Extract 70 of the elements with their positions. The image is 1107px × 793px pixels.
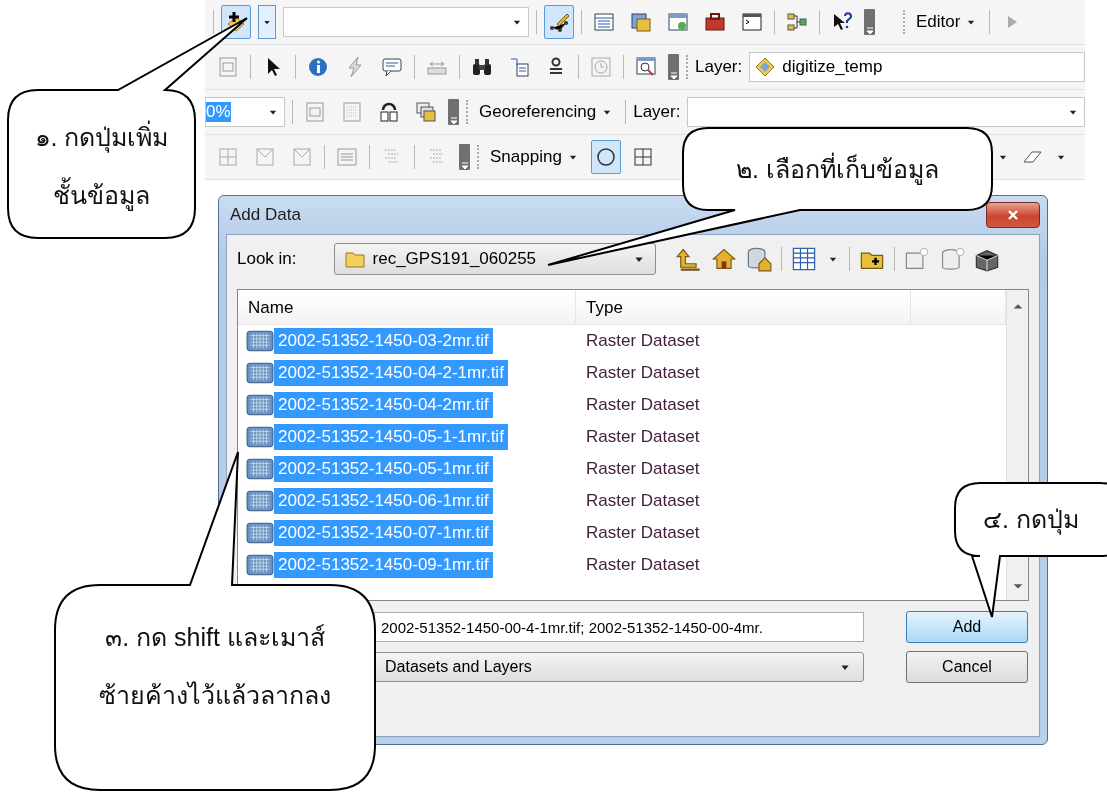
raster-icon [246, 329, 274, 353]
edit-tool-button[interactable] [544, 5, 574, 39]
dropdown-button[interactable] [258, 5, 276, 39]
file-type: Raster Dataset [585, 523, 700, 543]
snap-point-button[interactable] [590, 140, 621, 174]
magnifier-window-icon[interactable] [635, 56, 657, 78]
callout-text: ๓. กด shift และเมาส์ ซ้ายค้างไว้แล้วลากลง [98, 622, 332, 711]
layer-value: digitize_temp [782, 57, 883, 77]
raster-icon [246, 361, 274, 385]
file-type-combo[interactable]: Datasets and Layers [374, 652, 864, 682]
layer-label: Layer: [695, 57, 743, 77]
window-icon[interactable] [667, 11, 689, 33]
file-type: Raster Dataset [585, 331, 700, 351]
message-icon[interactable] [381, 56, 403, 78]
table-icon[interactable] [593, 11, 615, 33]
database-icon[interactable] [745, 246, 772, 272]
editor-menu[interactable]: Editor [912, 7, 983, 37]
file-type: Raster Dataset [585, 555, 700, 575]
overflow-button[interactable] [459, 144, 470, 170]
file-type: Raster Dataset [585, 491, 700, 511]
diamond-icon [754, 56, 777, 78]
file-type: Raster Dataset [585, 427, 700, 447]
file-name-field[interactable]: 2002-51352-1450-00-4-1mr.tif; 2002-51352-1450-00-4mr. [374, 612, 864, 642]
look-in-label: Look in: [237, 249, 297, 269]
dialog-title: Add Data [230, 205, 301, 225]
file-type: Raster Dataset [585, 395, 700, 415]
toolbox-icon[interactable] [704, 11, 726, 33]
info-icon[interactable] [307, 56, 329, 78]
catalog-icon[interactable] [630, 11, 652, 33]
raster-icon [246, 425, 274, 449]
callout-text: ๒. เลือกที่เก็บข้อมูล [683, 140, 992, 198]
new-document-icon[interactable] [903, 246, 930, 272]
layer-label: Layer: [633, 102, 681, 122]
column-header[interactable]: Type [576, 290, 911, 324]
pencil-icon [548, 11, 570, 33]
file-type: Raster Dataset [585, 363, 700, 383]
grid-icon[interactable] [631, 146, 654, 168]
overflow-button[interactable] [668, 54, 679, 80]
raster-icon [246, 553, 274, 577]
raster-icon [246, 489, 274, 513]
callout-text: ๑. กดปุ่มเพิ่ม ชั้นข้อมูล [8, 108, 195, 224]
circle-icon [594, 146, 617, 168]
overflow-button[interactable] [448, 99, 459, 125]
file-type: Raster Dataset [585, 459, 700, 479]
callout-text: ๔. กดปุ่ม [982, 504, 1080, 537]
raster-icon [246, 393, 274, 417]
overflow-icon [669, 72, 678, 80]
diagram-icon[interactable] [786, 11, 808, 33]
dialog-button[interactable]: Add [906, 611, 1028, 643]
home-icon[interactable] [710, 246, 737, 272]
overflow-icon [865, 27, 874, 35]
close-button[interactable] [986, 202, 1040, 228]
binoculars-icon[interactable] [471, 56, 493, 78]
raster-icon [246, 457, 274, 481]
help-icon[interactable] [831, 11, 853, 33]
column-header[interactable]: Name [238, 290, 576, 324]
layers-icon[interactable] [415, 101, 437, 123]
look-in-combo[interactable]: rec_GPS191_060255 [333, 243, 656, 275]
georeferencing-menu[interactable]: Georeferencing [475, 97, 619, 127]
grid-view-icon[interactable] [790, 246, 817, 272]
scale-value: 0% [206, 102, 231, 122]
up-folder-icon[interactable] [675, 246, 702, 272]
snapping-menu[interactable]: Snapping [486, 142, 584, 172]
raster-icon [246, 521, 274, 545]
overflow-icon [460, 162, 469, 170]
layer-field[interactable]: digitize_temp [749, 52, 1085, 82]
overflow-icon [449, 117, 458, 125]
dialog-button[interactable]: Cancel [906, 651, 1028, 683]
terminal-icon[interactable] [741, 11, 763, 33]
overflow-button[interactable] [864, 9, 875, 35]
